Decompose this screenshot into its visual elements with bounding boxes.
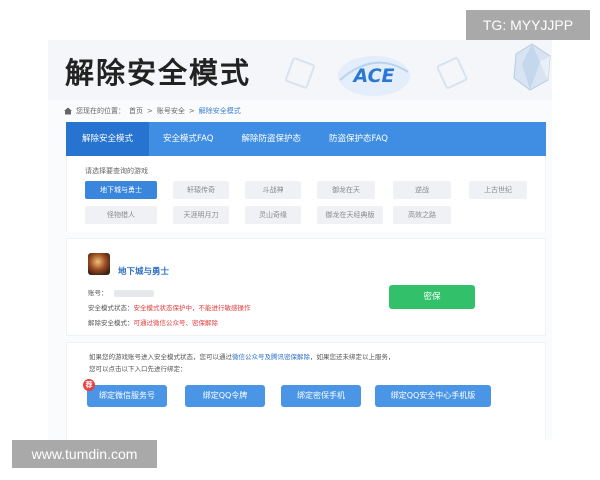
protect-button[interactable]: 密保 <box>389 285 475 309</box>
game-option[interactable]: 斗战神 <box>245 181 301 199</box>
recommend-badge: 荐 <box>83 379 95 391</box>
bind-section: 如果您的游戏账号进入安全模式状态，您可以通过微信公众号及腾讯密保解除，如果您还未… <box>66 342 546 440</box>
tab-unlock-safe-mode[interactable]: 解除安全模式 <box>66 122 150 156</box>
unlock-row: 解除安全模式：可通过微信公众号、密保解除 <box>88 317 218 327</box>
bind-qq-security-app-button[interactable]: 绑定QQ安全中心手机版 <box>375 385 491 407</box>
account-label: 账号： <box>88 289 108 297</box>
breadcrumb-separator: > <box>188 107 195 115</box>
page-title: 解除安全模式 <box>65 56 252 90</box>
logo-text: ACE <box>351 65 394 87</box>
game-avatar <box>88 253 110 275</box>
game-option[interactable]: 御龙在天经典版 <box>317 206 383 224</box>
game-option[interactable]: 怪物猎人 <box>85 206 157 224</box>
decor-card <box>284 56 316 90</box>
tab-safe-mode-faq[interactable]: 安全模式FAQ <box>149 122 227 156</box>
bind-phone-button[interactable]: 绑定密保手机 <box>281 385 361 407</box>
hero-banner: 解除安全模式 ACE <box>48 40 552 100</box>
unlock-label: 解除安全模式： <box>88 319 134 327</box>
watermark-bottom: www.tumdin.com <box>12 440 157 468</box>
account-row: 账号： <box>88 287 154 297</box>
game-option[interactable]: 御龙在天 <box>317 181 375 199</box>
page-frame: 解除安全模式 ACE 您现在的位置： 首页 > 账号安全 > 解除安全模式 解除… <box>48 40 552 440</box>
breadcrumb: 您现在的位置： 首页 > 账号安全 > 解除安全模式 <box>64 106 241 116</box>
ace-logo: ACE <box>338 56 410 96</box>
game-option[interactable]: 灵山奇缘 <box>245 206 301 224</box>
watermark-top: TG: MYYJJPP <box>466 10 590 40</box>
game-select-label: 请选择要查询的游戏 <box>85 167 148 175</box>
bind-note-text: ，如果您还未绑定以上服务， <box>310 353 395 361</box>
game-option[interactable]: 逆战 <box>393 181 451 199</box>
status-value: 安全模式状态保护中，不能进行敏感操作 <box>133 304 251 312</box>
tab-anti-theft-faq[interactable]: 防盗保护态FAQ <box>315 122 402 156</box>
breadcrumb-home[interactable]: 首页 <box>129 106 143 116</box>
game-option[interactable]: 轩辕传奇 <box>173 181 229 199</box>
breadcrumb-current: 解除安全模式 <box>198 107 241 115</box>
crystal-decoration <box>513 43 551 91</box>
breadcrumb-separator: > <box>147 107 153 115</box>
game-option[interactable]: 天涯明月刀 <box>173 206 229 224</box>
status-row: 安全模式状态：安全模式状态保护中，不能进行敏感操作 <box>88 302 251 312</box>
unlock-value: 可通过微信公众号、密保解除 <box>133 319 219 327</box>
game-option[interactable]: 地下城与勇士 <box>85 181 157 199</box>
bind-note-text: 如果您的游戏账号进入安全模式状态，您可以通过 <box>89 353 232 361</box>
account-card: 地下城与勇士 账号： 安全模式状态：安全模式状态保护中，不能进行敏感操作 解除安… <box>66 238 546 336</box>
home-icon <box>64 107 72 115</box>
status-label: 安全模式状态： <box>88 304 134 312</box>
game-select-panel: 请选择要查询的游戏 地下城与勇士 轩辕传奇 斗战神 御龙在天 逆战 上古世纪 怪… <box>66 156 546 232</box>
bind-qq-token-button[interactable]: 绑定QQ令牌 <box>185 385 265 407</box>
breadcrumb-section[interactable]: 账号安全 <box>157 106 185 116</box>
account-value-masked <box>113 289 154 297</box>
tab-bar: 解除安全模式 安全模式FAQ 解除防盗保护态 防盗保护态FAQ <box>66 122 546 156</box>
account-game-name: 地下城与勇士 <box>118 267 170 277</box>
decor-card <box>435 56 469 90</box>
game-option[interactable]: 高效之路 <box>393 206 451 224</box>
bind-note-line2: 您可以点击以下入口先进行绑定： <box>89 365 187 373</box>
bind-note-line1: 如果您的游戏账号进入安全模式状态，您可以通过微信公众号及腾讯密保解除，如果您还未… <box>89 351 395 361</box>
bind-note-link[interactable]: 微信公众号及腾讯密保解除 <box>232 353 310 361</box>
breadcrumb-prefix: 您现在的位置： <box>76 107 125 115</box>
bind-wechat-button[interactable]: 绑定微信服务号 <box>87 385 167 407</box>
game-option[interactable]: 上古世纪 <box>469 181 527 199</box>
tab-unlock-anti-theft[interactable]: 解除防盗保护态 <box>227 122 315 156</box>
